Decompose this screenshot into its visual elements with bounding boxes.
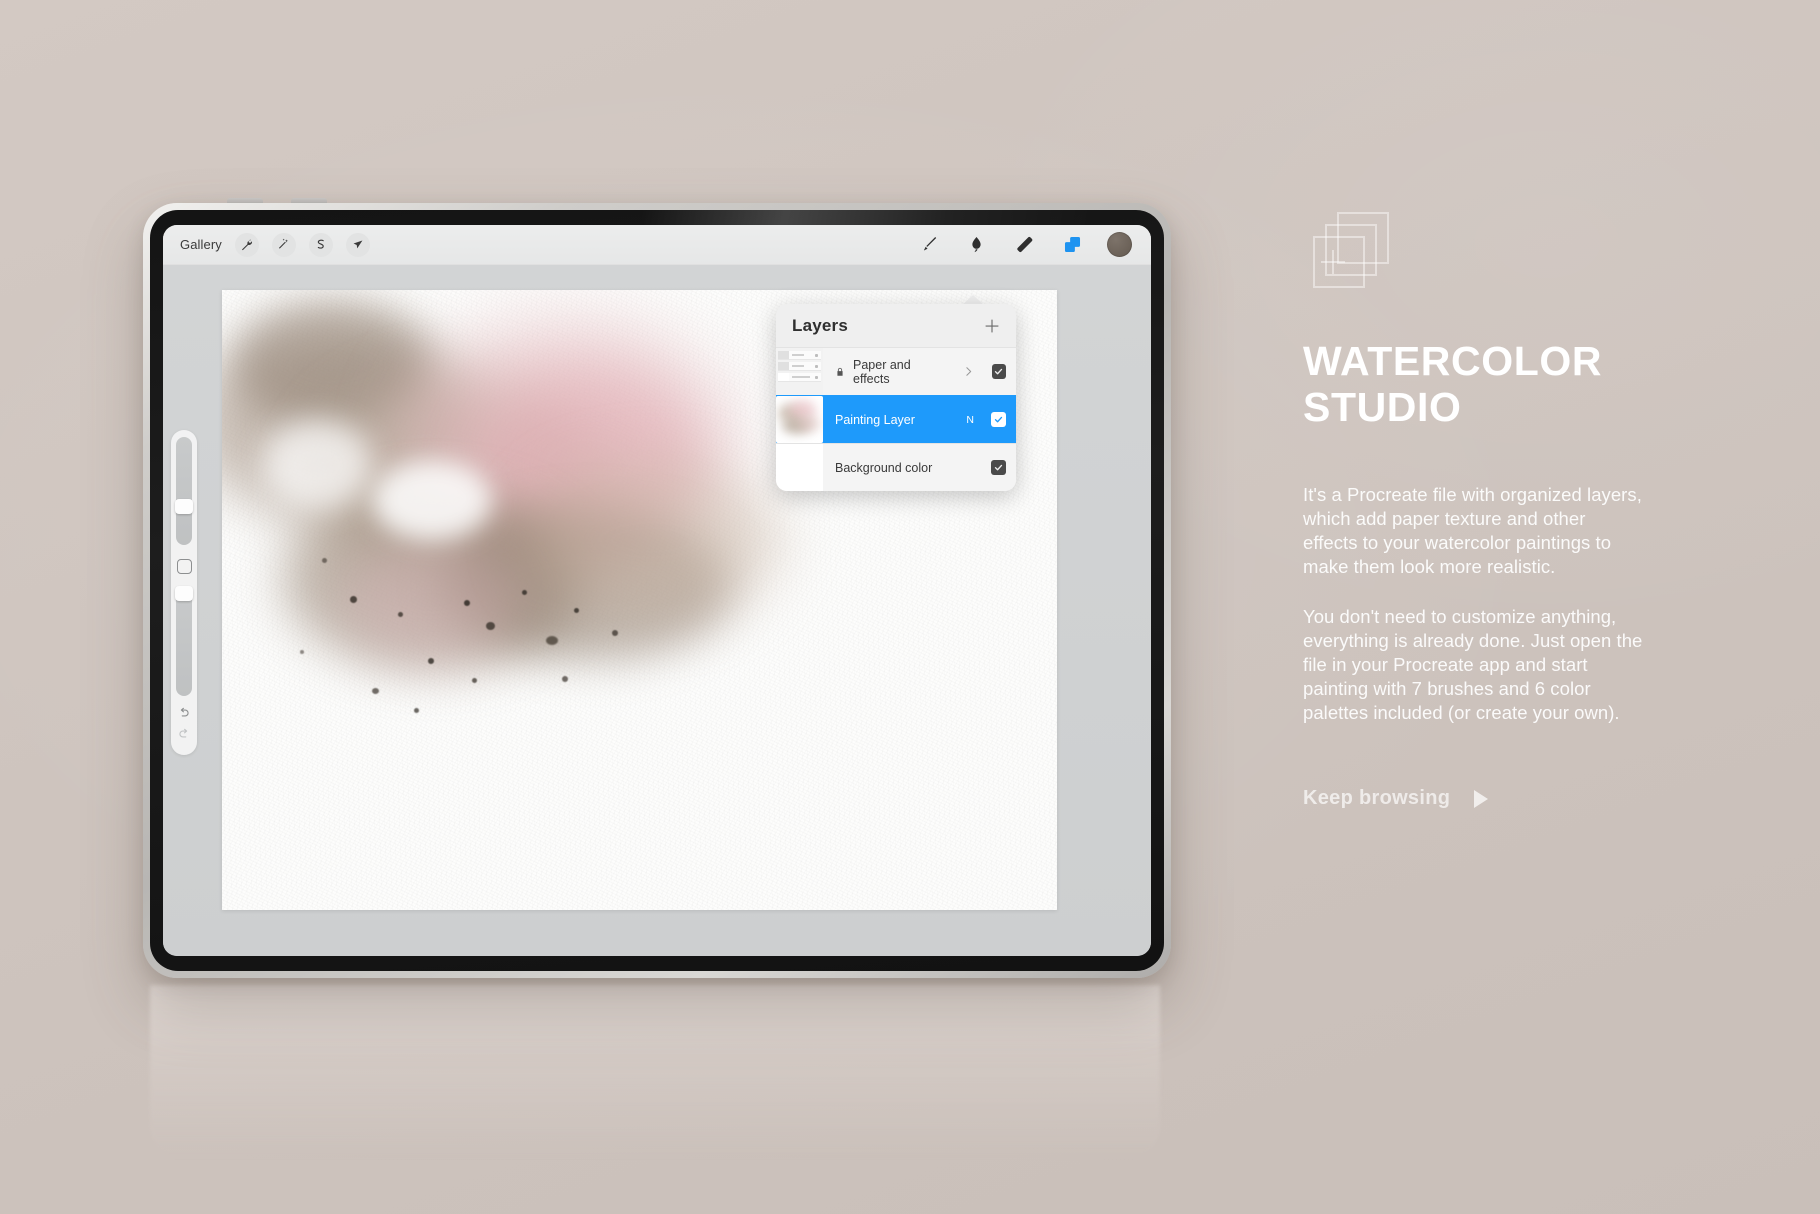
blend-mode-label[interactable]: N bbox=[966, 414, 974, 426]
promo-panel: WATERCOLOR STUDIO It's a Procreate file … bbox=[1303, 212, 1703, 810]
layers-panel: Layers Paper and effects Painting Layer … bbox=[776, 304, 1016, 491]
toolbar-right-group bbox=[915, 232, 1151, 258]
magic-wand-icon[interactable] bbox=[271, 232, 296, 257]
brush-size-knob[interactable] bbox=[175, 499, 193, 514]
layer-stack-add-icon bbox=[1303, 212, 1389, 298]
color-swatch-button[interactable] bbox=[1107, 232, 1132, 257]
layer-name: Painting Layer bbox=[835, 412, 915, 427]
undo-icon[interactable] bbox=[177, 706, 191, 720]
add-layer-button[interactable] bbox=[983, 317, 1001, 335]
selection-icon[interactable] bbox=[308, 232, 333, 257]
keep-browsing-link[interactable]: Keep browsing bbox=[1303, 787, 1703, 810]
transform-arrow-icon[interactable] bbox=[345, 232, 370, 257]
layer-visibility-checkbox[interactable] bbox=[991, 460, 1006, 475]
page-title-line-2: STUDIO bbox=[1303, 384, 1462, 431]
layer-row-body: Painting Layer N bbox=[823, 396, 1016, 443]
watercolor-thumbnail bbox=[776, 396, 823, 443]
layer-visibility-checkbox[interactable] bbox=[991, 364, 1006, 379]
chevron-right-icon[interactable] bbox=[962, 365, 975, 378]
layers-panel-title: Layers bbox=[792, 316, 849, 335]
procreate-sidebar bbox=[171, 430, 197, 755]
promo-paragraph-2: You don't need to customize anything, ev… bbox=[1303, 605, 1643, 724]
layer-name: Background color bbox=[835, 460, 933, 475]
table-row[interactable]: Background color bbox=[776, 443, 1016, 491]
paintbrush-icon[interactable] bbox=[915, 232, 941, 258]
opacity-knob[interactable] bbox=[175, 586, 193, 601]
layers-icon[interactable] bbox=[1059, 232, 1085, 258]
lock-icon bbox=[835, 367, 845, 377]
tablet-device: Gallery Layers Paper and effects Paintin… bbox=[143, 198, 1171, 978]
brush-size-slider[interactable] bbox=[175, 437, 193, 545]
eraser-icon[interactable] bbox=[1011, 232, 1037, 258]
play-triangle-icon bbox=[1474, 789, 1489, 808]
table-row[interactable]: Painting Layer N bbox=[776, 395, 1016, 443]
procreate-workspace: Layers Paper and effects Painting Layer … bbox=[163, 265, 1151, 956]
redo-icon[interactable] bbox=[177, 727, 191, 741]
procreate-toolbar: Gallery bbox=[163, 225, 1151, 265]
table-row[interactable]: Paper and effects bbox=[776, 347, 1016, 395]
opacity-slider[interactable] bbox=[175, 586, 193, 696]
gallery-button[interactable]: Gallery bbox=[180, 237, 222, 252]
layer-visibility-checkbox[interactable] bbox=[991, 412, 1006, 427]
promo-paragraph-1: It's a Procreate file with organized lay… bbox=[1303, 483, 1642, 577]
modify-button[interactable] bbox=[176, 559, 192, 574]
tablet-reflection bbox=[150, 985, 1160, 1160]
layer-name: Paper and effects bbox=[853, 357, 911, 386]
layer-row-body: Paper and effects bbox=[823, 348, 1016, 395]
white-swatch-thumbnail bbox=[776, 444, 823, 491]
smudge-icon[interactable] bbox=[963, 232, 989, 258]
wrench-icon[interactable] bbox=[234, 232, 259, 257]
page-title: WATERCOLOR STUDIO bbox=[1303, 338, 1703, 431]
page-title-line-1: WATERCOLOR bbox=[1303, 338, 1603, 384]
layer-row-body: Background color bbox=[823, 444, 1016, 491]
tablet-screen: Gallery Layers Paper and effects Paintin… bbox=[163, 225, 1151, 956]
keep-browsing-label: Keep browsing bbox=[1303, 787, 1451, 810]
layers-panel-header: Layers bbox=[776, 304, 1016, 347]
toolbar-left-group: Gallery bbox=[163, 232, 370, 257]
layer-group-thumbnail bbox=[776, 348, 823, 395]
